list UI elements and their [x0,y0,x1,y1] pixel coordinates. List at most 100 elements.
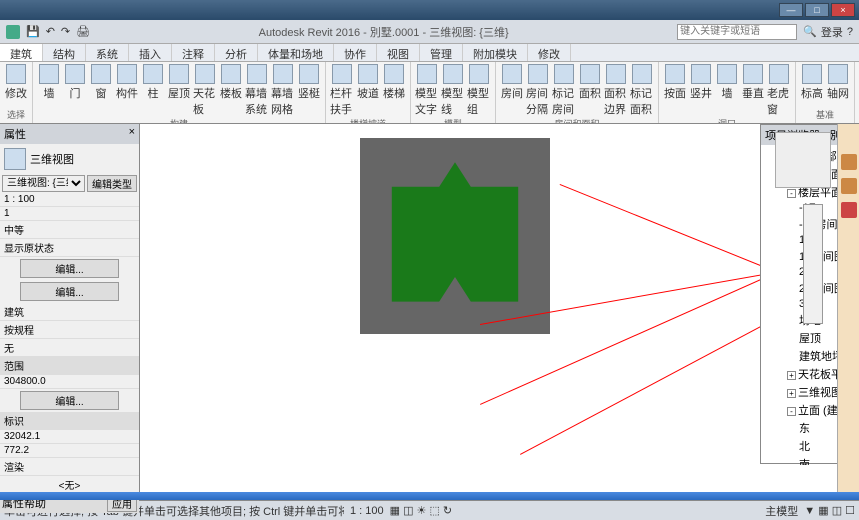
ribbon-group-label: 房间和面积 [500,117,654,124]
id-header: 标识 [0,412,139,430]
expand-icon[interactable]: - [787,189,796,198]
tab-7[interactable]: 协作 [334,44,377,61]
ribbon-构件[interactable]: 构件 [115,64,139,117]
status-filter-icon[interactable]: ▼ ▦ ◫ ☐ [804,504,855,517]
status-main-model[interactable]: 主模型 [765,503,798,519]
canvas-viewport[interactable]: 项目浏览器 - 別墅.0001× -视图 (全部)-结构平面-楼层平面-1F-1… [140,124,859,500]
infocenter-icon[interactable]: 🔍 [803,25,817,38]
ribbon-group-label: 洞口 [663,117,791,124]
status-icons[interactable]: ▦ ◫ ☀ ⬚ ↻ [390,504,452,517]
ribbon-标记面积[interactable]: 标记面积 [630,64,654,117]
ribbon-修改[interactable]: 修改 [4,64,28,101]
visibility-field[interactable]: 显示原状态 [0,239,139,257]
scale-field[interactable]: 1 : 100 [0,193,139,207]
props-title: 属性 [4,126,26,142]
side-tool-icon[interactable] [841,178,857,194]
expand-icon[interactable]: + [787,389,796,398]
status-scale[interactable]: 1 : 100 [350,505,384,517]
ribbon-按面[interactable]: 按面 [663,64,687,117]
tab-8[interactable]: 视图 [377,44,420,61]
building-geometry[interactable] [376,154,534,318]
ribbon-垂直[interactable]: 垂直 [741,64,765,117]
navigation-bar[interactable] [803,204,823,324]
ribbon-模型线[interactable]: 模型线 [441,64,465,117]
ribbon-墙[interactable]: 墙 [715,64,739,117]
ribbon-天花板[interactable]: 天花板 [193,64,217,117]
app-icon[interactable] [6,25,20,39]
type-preview-icon [4,148,26,170]
ribbon-栏杆扶手[interactable]: 栏杆扶手 [330,64,354,117]
edit-button-2[interactable]: 编辑... [20,282,119,301]
ribbon-楼梯[interactable]: 楼梯 [382,64,406,117]
edit-button-3[interactable]: 编辑... [20,391,119,410]
ribbon-面积边界[interactable]: 面积边界 [604,64,628,117]
qat-save-icon[interactable]: 💾 [26,25,40,38]
taskbar[interactable] [0,492,859,500]
side-badge-icon[interactable] [841,202,857,218]
ribbon-幕墙网格[interactable]: 幕墙网格 [271,64,295,117]
viewcube[interactable] [775,132,831,188]
tab-9[interactable]: 管理 [420,44,463,61]
ribbon-group-label: 构建 [37,117,321,124]
ribbon-柱[interactable]: 柱 [141,64,165,117]
ribbon-窗[interactable]: 窗 [89,64,113,117]
qat-redo-icon[interactable]: ↷ [61,25,70,38]
tab-5[interactable]: 分析 [215,44,258,61]
ribbon-标记房间[interactable]: 标记房间 [552,64,576,117]
range-header: 范围 [0,357,139,375]
render-field[interactable]: 渲染 [0,458,139,476]
tab-10[interactable]: 附加模块 [463,44,528,61]
tab-0[interactable]: 建筑 [0,44,43,61]
detail-field[interactable]: 中等 [0,221,139,239]
tab-11[interactable]: 修改 [528,44,571,61]
ribbon-房间分隔[interactable]: 房间分隔 [526,64,550,117]
tab-6[interactable]: 体量和场地 [258,44,334,61]
ribbon-group-label: 基准 [800,108,850,121]
tab-3[interactable]: 插入 [129,44,172,61]
help-icon[interactable]: ? [847,26,853,38]
ribbon-面积[interactable]: 面积 [578,64,602,117]
ribbon-楼板[interactable]: 楼板 [219,64,243,117]
cat-discipline[interactable]: 按规程 [0,321,139,339]
edit-type-button[interactable]: 编辑类型 [87,175,137,192]
ribbon-老虎窗[interactable]: 老虎窗 [767,64,791,117]
minimize-button[interactable]: — [779,3,803,17]
edit-button-1[interactable]: 编辑... [20,259,119,278]
tab-4[interactable]: 注释 [172,44,215,61]
ribbon-竖井[interactable]: 竖井 [689,64,713,117]
search-input[interactable] [677,24,797,40]
expand-icon[interactable]: + [787,371,796,380]
ribbon-坡道[interactable]: 坡道 [356,64,380,117]
dim1-field[interactable]: 304800.0 [0,375,139,389]
qat-print-icon[interactable]: 🖨 [76,25,90,38]
props-close-icon[interactable]: × [129,126,135,142]
tab-1[interactable]: 结构 [43,44,86,61]
ribbon-模型组[interactable]: 模型组 [467,64,491,117]
model-view[interactable] [360,138,550,334]
ribbon-幕墙系统[interactable]: 幕墙系统 [245,64,269,117]
dim2-field[interactable]: 32042.1 [0,430,139,444]
ribbon-墙[interactable]: 墙 [37,64,61,117]
scale-value[interactable]: 1 [0,207,139,221]
ribbon-屋顶[interactable]: 屋顶 [167,64,191,117]
none-field[interactable]: 无 [0,339,139,357]
tab-2[interactable]: 系统 [86,44,129,61]
ribbon-门[interactable]: 门 [63,64,87,117]
maximize-button[interactable]: □ [805,3,829,17]
app-title: Autodesk Revit 2016 - 別墅.0001 - 三维视图: {三… [96,24,671,40]
ribbon-轴网[interactable]: 轴网 [826,64,850,101]
ribbon-竖梃[interactable]: 竖梃 [297,64,321,117]
ribbon-group-label: 选择 [4,108,28,121]
side-favorites-icon[interactable] [841,154,857,170]
login-button[interactable]: 登录 [821,24,843,40]
ribbon-模型文字[interactable]: 模型文字 [415,64,439,117]
ribbon-房间[interactable]: 房间 [500,64,524,117]
cat-arch[interactable]: 建筑 [0,303,139,321]
ribbon-group-label: 模型 [415,117,491,124]
ribbon-标高[interactable]: 标高 [800,64,824,101]
element-selector[interactable]: 三维视图: {三维} [2,175,85,192]
close-button[interactable]: × [831,3,855,17]
qat-undo-icon[interactable]: ↶ [46,25,55,38]
expand-icon[interactable]: - [787,407,796,416]
dim3-field[interactable]: 772.2 [0,444,139,458]
